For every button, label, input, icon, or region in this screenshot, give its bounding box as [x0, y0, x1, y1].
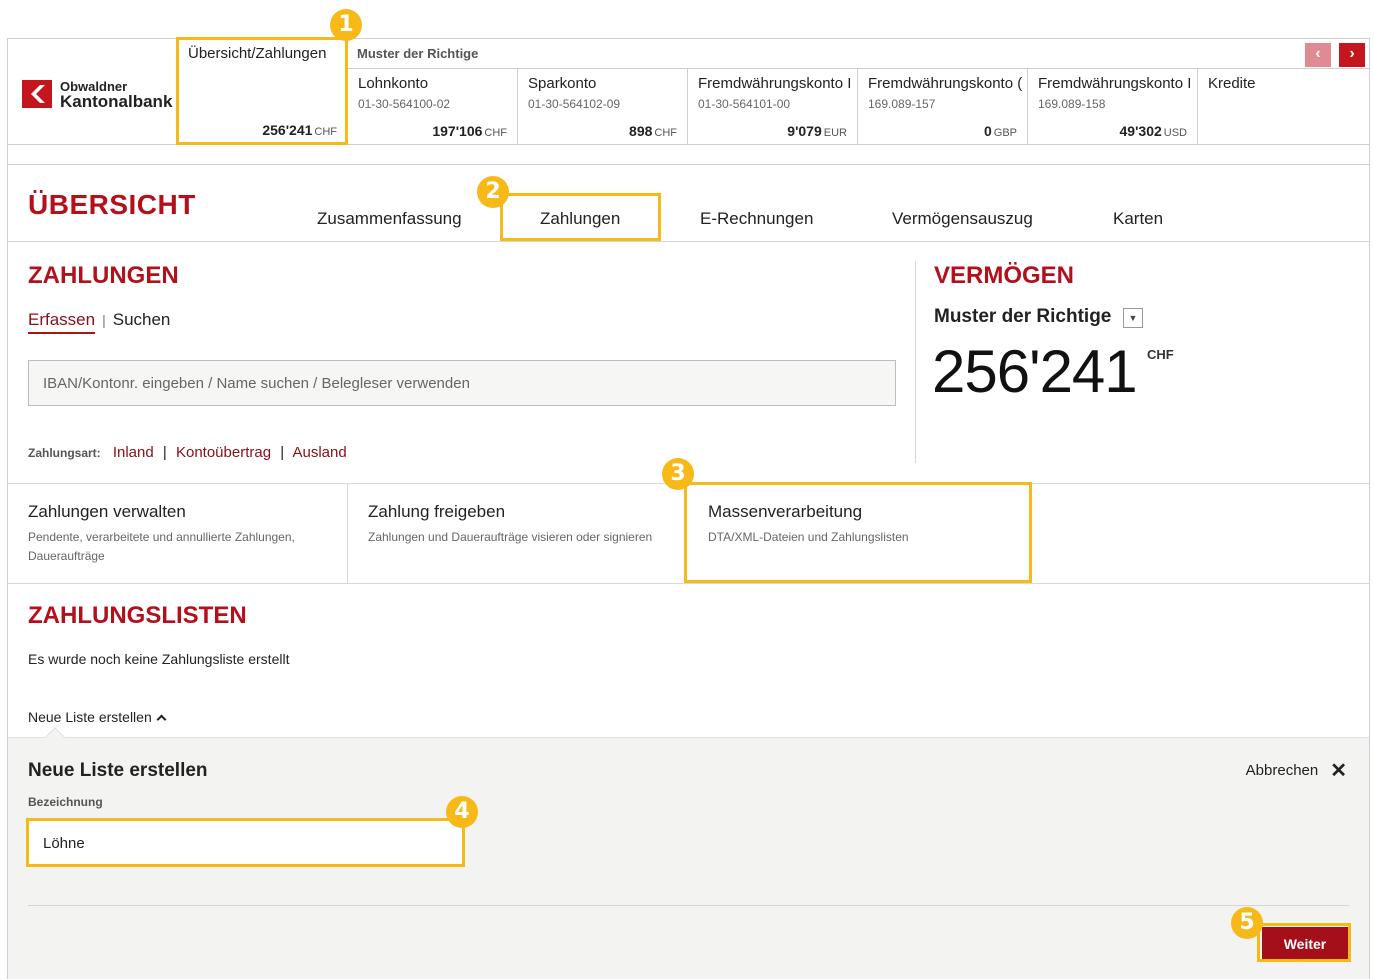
account-tab-fx-eur[interactable]: Fremdwährungskonto I 01-30-564101-00 9'0…	[688, 69, 858, 144]
panel-title: Neue Liste erstellen	[28, 760, 208, 781]
account-number: 01-30-564101-00	[698, 97, 791, 111]
tile-description: DTA/XML-Dateien und Zahlungslisten	[708, 530, 909, 544]
tile-massenverarbeitung[interactable]: Massenverarbeitung DTA/XML-Dateien und Z…	[688, 484, 1028, 584]
main-header: ÜBERSICHT Zusammenfassung Zahlungen E-Re…	[8, 164, 1369, 242]
owner-name: Muster der Richtige	[357, 46, 479, 61]
tab-e-rechnungen[interactable]: E-Rechnungen	[700, 209, 813, 229]
new-list-toggle-label: Neue Liste erstellen	[28, 709, 152, 725]
account-amount: 9'079 EUR	[787, 123, 847, 139]
account-name: Lohnkonto	[358, 75, 429, 92]
tile-description: Zahlungen und Daueraufträge visieren ode…	[368, 530, 653, 544]
tile-description: Pendente, verarbeitete und annullierte Z…	[28, 530, 295, 563]
subnav-separator: |	[102, 312, 106, 328]
account-name: Kredite	[1208, 75, 1256, 92]
payments-heading: ZAHLUNGEN	[28, 262, 179, 289]
account-number: 169.089-158	[1038, 97, 1106, 111]
prev-accounts-button[interactable]: ‹	[1305, 43, 1331, 67]
step-badge: 5	[1231, 907, 1263, 939]
account-amount: 197'106 CHF	[432, 123, 507, 139]
payment-tiles: Zahlungen verwalten Pendente, verarbeite…	[8, 483, 1369, 584]
account-number: 01-30-564102-09	[528, 97, 621, 111]
subnav-erfassen[interactable]: Erfassen	[28, 310, 96, 334]
account-amount: 49'302 USD	[1119, 123, 1188, 139]
account-strip: Obwaldner Kantonalbank Übersicht/Zahlung…	[8, 39, 1369, 145]
payment-type-inland[interactable]: Inland	[113, 444, 154, 461]
account-name: Fremdwährungskonto I	[1038, 75, 1192, 92]
new-list-panel: Neue Liste erstellen Abbrechen ✕ Bezeichn…	[8, 727, 1369, 979]
tile-zahlung-freigeben[interactable]: Zahlung freigeben Zahlungen und Dauerauf…	[348, 484, 688, 584]
weiter-button[interactable]: Weiter	[1262, 927, 1348, 960]
assets-owner: Muster der Richtige	[934, 306, 1112, 327]
tile-title: Massenverarbeitung	[708, 502, 863, 521]
lists-heading: ZAHLUNGSLISTEN	[28, 602, 247, 629]
close-icon: ✕	[1330, 759, 1347, 782]
next-accounts-button[interactable]: ›	[1339, 43, 1365, 67]
lists-empty-text: Es wurde noch keine Zahlungsliste erstel…	[28, 651, 290, 667]
panel-pointer	[45, 727, 65, 747]
bank-logo[interactable]: Obwaldner Kantonalbank	[22, 79, 173, 111]
tab-zahlungen[interactable]: Zahlungen	[540, 209, 620, 229]
new-list-toggle[interactable]: Neue Liste erstellen	[28, 709, 167, 725]
payment-type-separator: |	[162, 444, 167, 461]
account-tab-sparkonto[interactable]: Sparkonto 01-30-564102-09 898 CHF	[518, 69, 688, 144]
tab-zusammenfassung[interactable]: Zusammenfassung	[317, 209, 462, 229]
step-badge: 1	[330, 9, 362, 41]
payments-subnav: Erfassen | Suchen	[28, 310, 171, 334]
panel-divider	[28, 905, 1349, 906]
account-tab-kredite[interactable]: Kredite	[1198, 69, 1368, 144]
account-tab-label: Übersicht/Zahlungen	[188, 45, 327, 62]
list-name-input[interactable]: Löhne	[28, 820, 464, 866]
account-amount: 0 GBP	[983, 123, 1017, 139]
field-label: Bezeichnung	[28, 795, 103, 809]
account-tab-lohnkonto[interactable]: Lohnkonto 01-30-564100-02 197'106 CHF	[348, 69, 518, 144]
column-divider	[915, 261, 916, 463]
account-tab-fx-gbp[interactable]: Fremdwährungskonto ( 169.089-157 0 GBP	[858, 69, 1028, 144]
account-amount: 898 CHF	[629, 123, 677, 139]
payment-type-kontouebertrag[interactable]: Kontoübertrag	[176, 444, 271, 461]
subnav-suchen[interactable]: Suchen	[113, 310, 171, 329]
account-tab-fx-usd[interactable]: Fremdwährungskonto I 169.089-158 49'302 U…	[1028, 69, 1198, 144]
assets-heading: VERMÖGEN	[934, 262, 1075, 289]
tile-zahlungen-verwalten[interactable]: Zahlungen verwalten Pendente, verarbeite…	[8, 484, 348, 584]
bank-logo-icon	[22, 80, 52, 108]
payment-type-separator: |	[280, 444, 285, 461]
tab-vermoegensauszug[interactable]: Vermögensauszug	[892, 209, 1033, 229]
payment-search-input[interactable]: IBAN/Kontonr. eingeben / Name suchen / B…	[28, 360, 896, 406]
payment-types: Zahlungsart: Inland | Kontoübertrag | Au…	[28, 444, 347, 461]
account-tab-overview[interactable]: Übersicht/Zahlungen 256'241 CHF	[178, 39, 348, 144]
assets-amount: 256'241	[932, 338, 1138, 405]
page-title: ÜBERSICHT	[28, 189, 196, 220]
account-name: Sparkonto	[528, 75, 597, 92]
cancel-button[interactable]: Abbrechen ✕	[1245, 759, 1347, 782]
account-name: Fremdwährungskonto (	[868, 75, 1023, 92]
payment-type-label: Zahlungsart:	[28, 446, 101, 460]
account-number: 169.089-157	[868, 97, 936, 111]
tab-karten[interactable]: Karten	[1113, 209, 1163, 229]
owner-dropdown-icon[interactable]: ▼	[1123, 308, 1143, 328]
step-badge: 4	[446, 796, 478, 828]
owner-row: Muster der Richtige ‹ ›	[348, 39, 1369, 69]
assets-currency: CHF	[1147, 347, 1174, 362]
account-tab-amount: 256'241 CHF	[262, 122, 337, 138]
account-name: Fremdwährungskonto I	[698, 75, 852, 92]
step-badge: 3	[662, 458, 694, 490]
cancel-label: Abbrechen	[1245, 762, 1319, 779]
tile-title: Zahlungen verwalten	[28, 502, 186, 521]
account-list: Lohnkonto 01-30-564100-02 197'106 CHF Spa…	[348, 69, 1369, 144]
tile-title: Zahlung freigeben	[368, 502, 506, 521]
account-number: 01-30-564100-02	[358, 97, 451, 111]
chevron-up-icon	[156, 714, 167, 725]
bank-name-line2: Kantonalbank	[60, 92, 173, 111]
step-badge: 2	[477, 176, 509, 208]
payment-type-ausland[interactable]: Ausland	[292, 444, 346, 461]
app-frame: Obwaldner Kantonalbank Übersicht/Zahlung…	[7, 38, 1370, 979]
